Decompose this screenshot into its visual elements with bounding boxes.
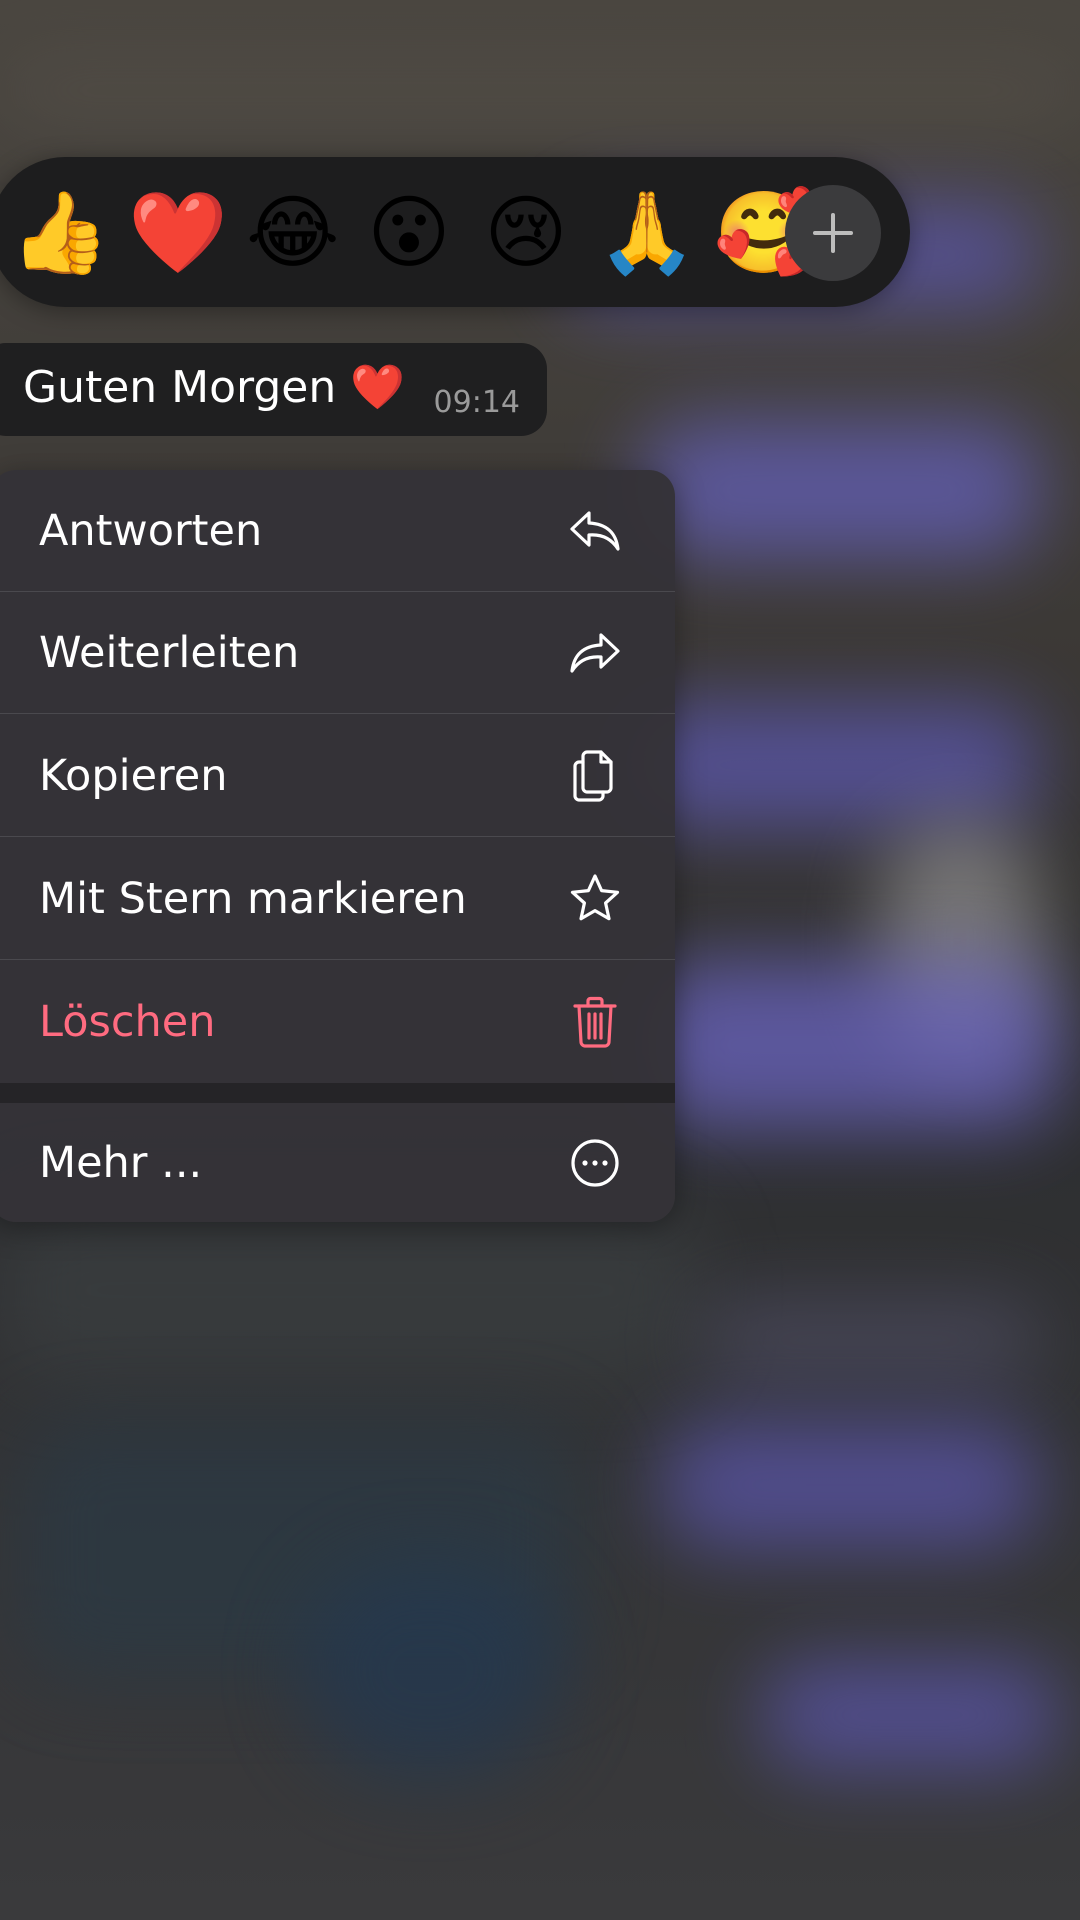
menu-item-label: Mehr ...	[39, 1137, 203, 1188]
menu-item-label: Weiterleiten	[39, 627, 300, 678]
forward-icon	[567, 625, 623, 681]
menu-item-label: Mit Stern markieren	[39, 873, 467, 924]
menu-item-reply[interactable]: Antworten	[0, 470, 675, 592]
message-emoji: ❤️	[350, 362, 406, 413]
message-context-menu: Antworten Weiterleiten Kopieren Mit Ster…	[0, 470, 675, 1222]
reaction-crying[interactable]: 😢	[480, 187, 572, 279]
more-icon	[567, 1135, 623, 1191]
star-icon	[567, 871, 623, 927]
menu-item-forward[interactable]: Weiterleiten	[0, 592, 675, 714]
message-bubble[interactable]: Guten Morgen ❤️ 09:14	[0, 343, 547, 436]
reaction-surprised[interactable]: 😮	[363, 187, 455, 279]
reaction-bar: 👍 ❤️ 😂 😮 😢 🙏 🥰	[0, 157, 910, 307]
menu-item-label: Kopieren	[39, 750, 228, 801]
menu-separator	[0, 1083, 675, 1103]
menu-item-label: Löschen	[39, 997, 216, 1047]
menu-item-delete[interactable]: Löschen	[0, 961, 675, 1083]
more-reactions-button[interactable]	[785, 185, 881, 281]
reaction-folded-hands[interactable]: 🙏	[597, 187, 697, 279]
menu-item-more[interactable]: Mehr ...	[0, 1103, 675, 1222]
reply-icon	[567, 503, 623, 559]
reaction-thumbs-up[interactable]: 👍	[10, 187, 110, 279]
menu-item-label: Antworten	[39, 505, 263, 556]
menu-item-star[interactable]: Mit Stern markieren	[0, 838, 675, 960]
message-text: Guten Morgen	[23, 362, 337, 413]
menu-item-copy[interactable]: Kopieren	[0, 715, 675, 837]
message-text-line: Guten Morgen ❤️	[23, 361, 405, 413]
plus-icon	[813, 213, 853, 253]
message-timestamp: 09:14	[433, 385, 520, 420]
reaction-tears-of-joy[interactable]: 😂	[246, 187, 339, 279]
trash-icon	[567, 994, 623, 1050]
copy-icon	[567, 748, 623, 804]
reaction-red-heart[interactable]: ❤️	[128, 187, 228, 279]
